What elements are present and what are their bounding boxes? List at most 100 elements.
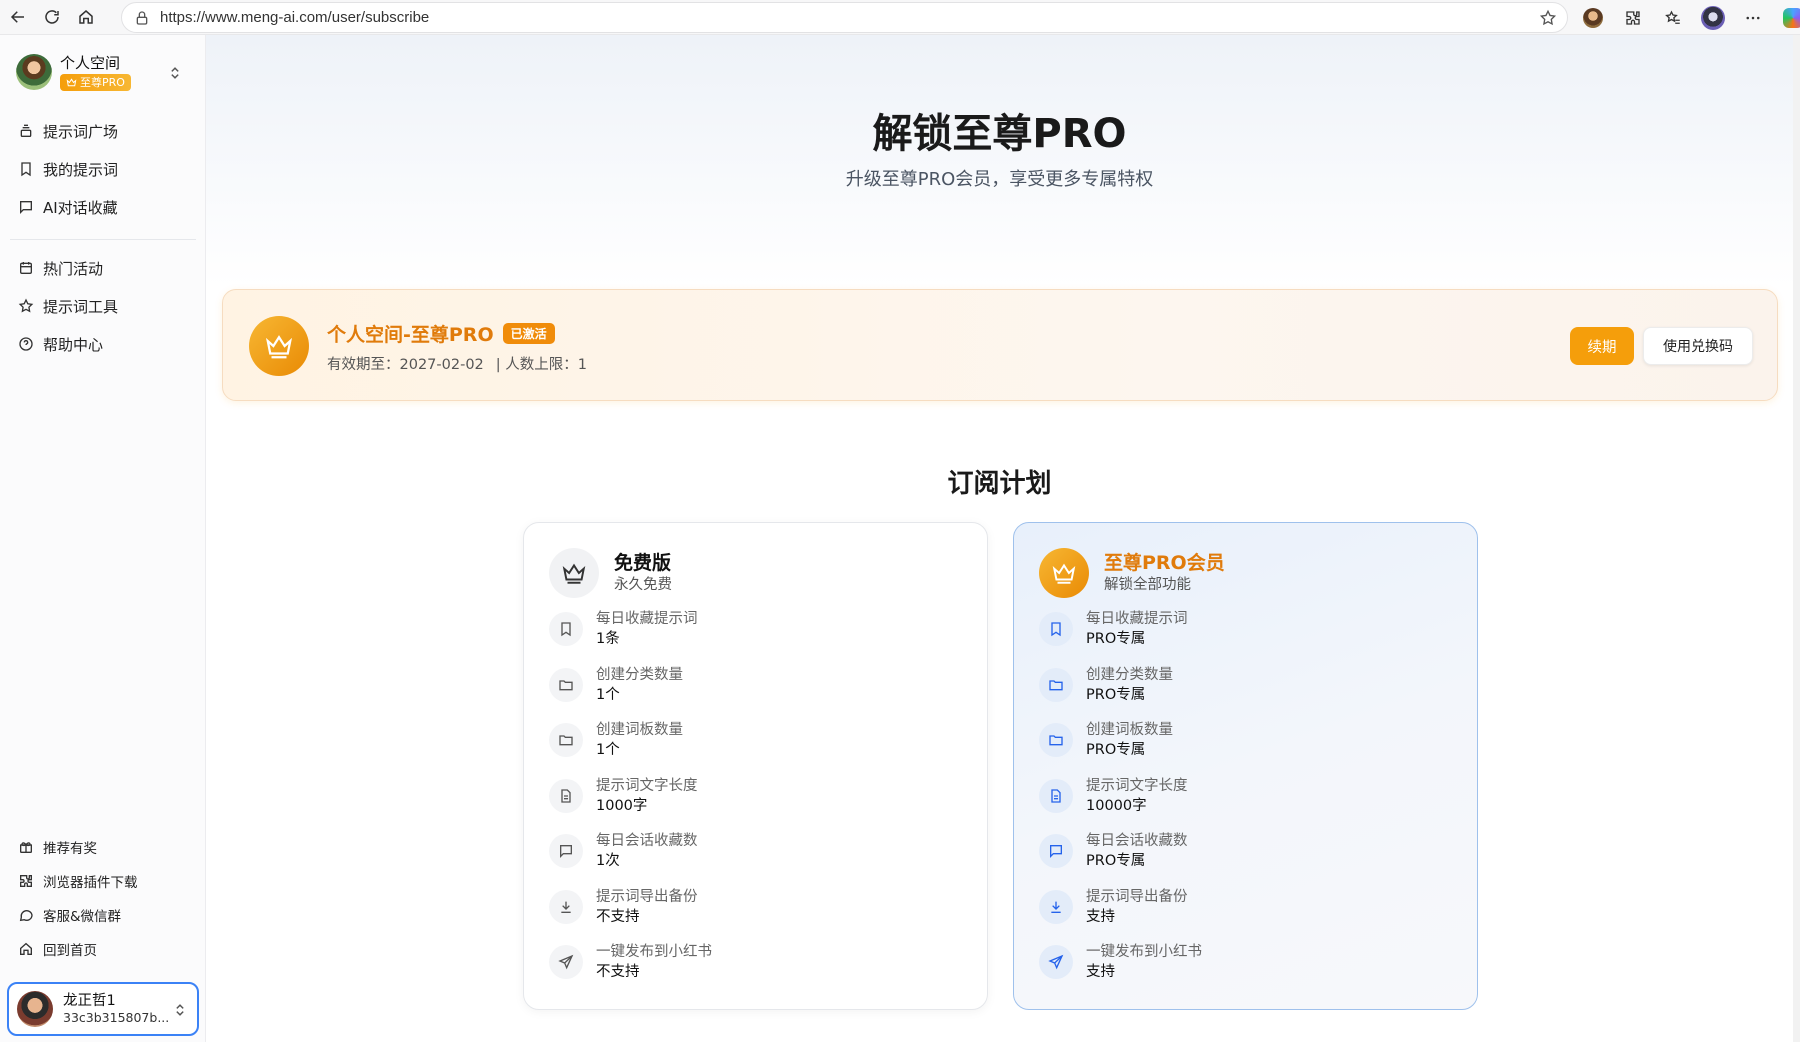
url-text[interactable]: https://www.meng-ai.com/user/subscribe	[160, 9, 429, 26]
pro-badge: 至尊PRO	[60, 73, 131, 91]
feature-label: 每日会话收藏数	[1086, 833, 1188, 849]
plan-subtitle: 解锁全部功能	[1104, 577, 1191, 593]
feature-value: 1次	[596, 853, 620, 869]
browser-toolbar: https://www.meng-ai.com/user/subscribe	[0, 0, 1800, 35]
crown-icon	[249, 316, 309, 376]
menu-top: 提示词广场 我的提示词 AI对话收藏	[10, 112, 196, 226]
feature-value: 不支持	[596, 908, 640, 925]
list-item: 每日会话收藏数 PRO专属	[1039, 831, 1459, 887]
feature-label: 一键发布到小红书	[596, 944, 712, 960]
download-icon	[549, 889, 583, 924]
sidebar-item-support-wechat[interactable]: 客服&微信群	[10, 898, 196, 932]
favorite-star-icon[interactable]	[1539, 9, 1557, 27]
address-bar[interactable]: https://www.meng-ai.com/user/subscribe	[121, 2, 1568, 33]
member-limit: | 人数上限：1	[495, 357, 588, 373]
extensions-icon[interactable]	[1618, 3, 1648, 33]
sidebar: 个人空间 至尊PRO 提示词广场 我的提示词 AI对话收藏 热门活动 提示词工具…	[0, 35, 206, 1042]
puzzle-icon	[20, 875, 32, 887]
page-scrollbar[interactable]	[1793, 35, 1800, 1042]
feature-label: 一键发布到小红书	[1086, 944, 1202, 960]
help-icon	[19, 337, 33, 351]
sidebar-item-extension-download[interactable]: 浏览器插件下载	[10, 864, 196, 898]
feature-value: 支持	[1086, 908, 1115, 925]
redeem-code-button[interactable]: 使用兑换码	[1643, 327, 1753, 365]
renew-button[interactable]: 续期	[1570, 327, 1634, 365]
plan-card-free[interactable]: 免费版 永久免费 每日收藏提示词 1条 创建分类数量 1个 创建词板数量 1个 提示词…	[523, 522, 988, 1010]
chevron-updown-icon[interactable]	[173, 1002, 187, 1018]
copilot-icon[interactable]	[1778, 3, 1800, 33]
page-title: 解锁至尊PRO	[872, 111, 1127, 157]
gift-icon	[20, 842, 32, 853]
sidebar-item-hot-events[interactable]: 热门活动	[10, 249, 196, 287]
crown-icon	[66, 77, 77, 86]
feature-label: 每日收藏提示词	[596, 611, 698, 627]
layers-icon	[20, 124, 32, 137]
bookmark-icon	[1039, 612, 1073, 646]
plan-card-pro[interactable]: 至尊PRO会员 解锁全部功能 每日收藏提示词 PRO专属 创建分类数量 PRO专属 …	[1013, 522, 1478, 1010]
feature-label: 创建分类数量	[596, 666, 683, 683]
folder-icon	[1039, 723, 1073, 757]
user-avatar	[17, 991, 53, 1027]
feature-value: 1个	[596, 742, 620, 758]
status-badge: 已激活	[502, 323, 555, 344]
lock-icon[interactable]	[134, 10, 150, 26]
bookmark-icon	[21, 162, 31, 177]
more-icon[interactable]	[1738, 3, 1768, 33]
sidebar-item-back-home[interactable]: 回到首页	[10, 932, 196, 966]
feature-value: PRO专属	[1086, 742, 1146, 758]
feature-label: 提示词文字长度	[596, 777, 698, 794]
sidebar-item-prompt-square[interactable]: 提示词广场	[10, 112, 196, 150]
feature-value: 1000字	[596, 797, 648, 814]
menu-mid: 热门活动 提示词工具 帮助中心	[10, 249, 196, 363]
feature-label: 创建分类数量	[1086, 666, 1173, 683]
send-icon	[1039, 945, 1073, 979]
subscription-title: 个人空间-至尊PRO	[327, 324, 494, 346]
feature-value: 不支持	[596, 964, 640, 980]
folder-icon	[549, 723, 583, 757]
sidebar-item-help-center[interactable]: 帮助中心	[10, 325, 196, 363]
favorites-icon[interactable]	[1658, 3, 1688, 33]
feature-label: 提示词导出备份	[1086, 888, 1188, 905]
expiry-date: 有效期至：2027-02-02	[327, 357, 484, 373]
chat-icon	[549, 834, 583, 868]
chevron-updown-icon[interactable]	[168, 65, 182, 81]
plan-name: 免费版	[614, 552, 672, 574]
list-item: 提示词文字长度 1000字	[549, 776, 969, 832]
workspace-switcher[interactable]: 个人空间 至尊PRO	[16, 52, 196, 92]
feature-value: 10000字	[1086, 797, 1147, 814]
refresh-icon[interactable]	[38, 3, 66, 31]
chat-icon	[1039, 834, 1073, 868]
list-item: 一键发布到小红书 不支持	[549, 942, 969, 998]
feature-list: 每日收藏提示词 PRO专属 创建分类数量 PRO专属 创建词板数量 PRO专属 提示词…	[1039, 609, 1459, 998]
user-account-switcher[interactable]: 龙正哲1 33c3b315807b...	[7, 982, 199, 1036]
account-icon[interactable]	[1698, 3, 1728, 33]
main-content: 解锁至尊PRO 升级至尊PRO会员，享受更多专属特权 个人空间-至尊PRO 已激…	[206, 35, 1793, 1042]
sidebar-item-referral[interactable]: 推荐有奖	[10, 830, 196, 864]
bookmark-icon	[549, 612, 583, 646]
list-item: 创建词板数量 1个	[549, 720, 969, 776]
plan-name: 至尊PRO会员	[1104, 552, 1225, 574]
feature-value: PRO专属	[1086, 631, 1146, 647]
calendar-icon	[20, 262, 32, 274]
plan-subtitle: 永久免费	[614, 577, 672, 593]
sidebar-divider	[10, 239, 196, 240]
list-item: 提示词导出备份 不支持	[549, 887, 969, 943]
sidebar-item-prompt-tools[interactable]: 提示词工具	[10, 287, 196, 325]
profile-avatar-icon[interactable]	[1578, 3, 1608, 33]
home-icon[interactable]	[72, 3, 100, 31]
list-item: 创建分类数量 1个	[549, 665, 969, 721]
document-icon	[1039, 778, 1073, 813]
back-icon[interactable]	[4, 3, 32, 31]
feature-list: 每日收藏提示词 1条 创建分类数量 1个 创建词板数量 1个 提示词文字长度 1000字…	[549, 609, 969, 998]
list-item: 每日收藏提示词 1条	[549, 609, 969, 665]
sidebar-item-my-prompts[interactable]: 我的提示词	[10, 150, 196, 188]
sidebar-item-ai-chat-favorites[interactable]: AI对话收藏	[10, 188, 196, 226]
list-item: 提示词导出备份 支持	[1039, 887, 1459, 943]
page-subtitle: 升级至尊PRO会员，享受更多专属特权	[845, 169, 1154, 190]
list-item: 每日收藏提示词 PRO专属	[1039, 609, 1459, 665]
subscription-status-card: 个人空间-至尊PRO 已激活 有效期至：2027-02-02 | 人数上限：1 …	[222, 289, 1778, 401]
feature-value: PRO专属	[1086, 686, 1146, 703]
menu-bottom: 推荐有奖 浏览器插件下载 客服&微信群 回到首页	[10, 830, 196, 966]
feature-label: 创建词板数量	[1086, 722, 1173, 738]
feature-label: 提示词文字长度	[1086, 777, 1188, 794]
